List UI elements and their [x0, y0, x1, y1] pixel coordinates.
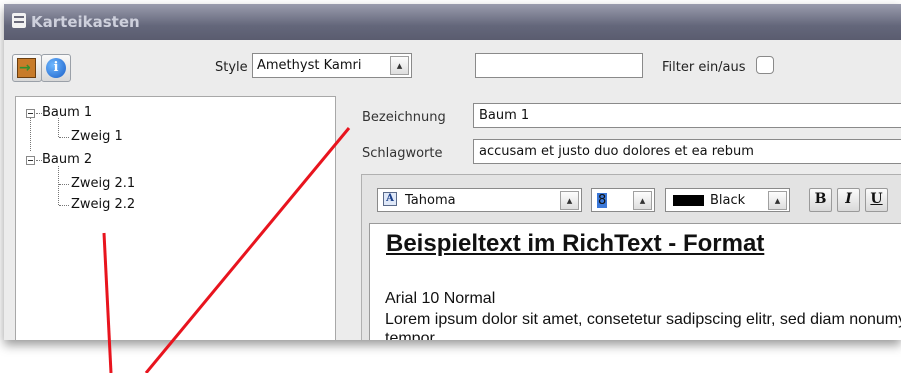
annotation-line [144, 127, 351, 373]
annotation-overlay [102, 127, 351, 373]
annotation-line [102, 232, 113, 373]
